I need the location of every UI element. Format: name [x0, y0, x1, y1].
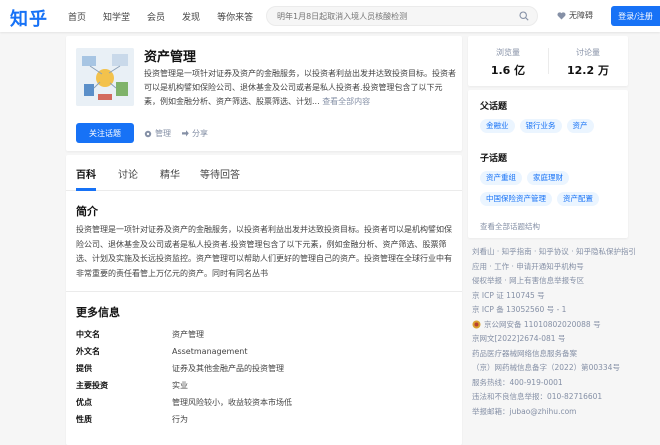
child-tag[interactable]: 家庭理财 — [527, 171, 569, 185]
stat-discussions-label: 讨论量 — [576, 48, 600, 57]
accessibility-label: 无障碍 — [569, 11, 593, 20]
topic-illustration — [76, 48, 134, 106]
parent-tag[interactable]: 金融业 — [480, 119, 515, 133]
stat-views-label: 浏览量 — [496, 48, 520, 57]
info-value: 证券及其他金融产品的投资管理 — [172, 364, 284, 373]
tab-wiki[interactable]: 百科 — [76, 166, 96, 181]
info-row: 主要投资 实业 — [76, 377, 454, 395]
heart-icon — [557, 11, 566, 19]
parent-topics-list: 金融业 银行业务 资产 — [480, 119, 625, 140]
info-value: Assetmanagement — [172, 347, 248, 356]
sidebar-footer: 刘看山 · 知乎指南 · 知乎协议 · 知乎隐私保护指引 应用 · 工作 · 申… — [472, 245, 658, 419]
section-divider — [66, 291, 462, 292]
top-header: 知乎 首页 知学堂 会员 发现 等你来答 无障碍 登录/注册 — [0, 0, 660, 32]
footer-links[interactable]: 应用 · 工作 · 申请开通知乎机构号 — [472, 260, 658, 275]
tab-essence[interactable]: 精华 — [160, 166, 180, 181]
parent-tag[interactable]: 银行业务 — [519, 119, 562, 133]
topic-title: 资产管理 — [144, 50, 197, 65]
search-input[interactable] — [277, 7, 513, 25]
child-topics-label: 子话题 — [480, 154, 508, 164]
info-row: 中文名 资产管理 — [76, 326, 454, 344]
footer-hotline: 服务热线：400-919-0001 — [472, 377, 563, 387]
info-value: 资产管理 — [172, 330, 204, 339]
intro-heading: 简介 — [76, 205, 98, 218]
more-info-heading: 更多信息 — [76, 306, 120, 319]
topic-content-card: 百科 讨论 精华 等待回答 简介 投资管理是一项针对证券及资产的金融服务，以投资… — [66, 155, 462, 445]
manage-button[interactable]: 管理 — [144, 128, 171, 139]
tab-discussion[interactable]: 讨论 — [118, 166, 138, 181]
share-label: 分享 — [192, 129, 208, 138]
footer-icp[interactable]: 京 ICP 备 13052560 号 - 1 — [472, 303, 658, 318]
manage-label: 管理 — [155, 129, 171, 138]
tab-waiting-answers[interactable]: 等待回答 — [200, 166, 240, 181]
gear-icon — [144, 130, 152, 137]
child-tag[interactable]: 中国保险资产管理 — [480, 192, 552, 206]
info-row: 外文名 Assetmanagement — [76, 343, 454, 361]
related-topics-card: 父话题 金融业 银行业务 资产 子话题 资产重组 家庭理财 中国保险资产管理 资… — [468, 90, 628, 238]
topic-header-card: 资产管理 投资管理是一项针对证券及资产的金融服务，以投资者利益出发并达致投资目标… — [66, 36, 462, 151]
stat-discussions: 讨论量 12.2 万 — [548, 36, 628, 86]
view-topic-structure-link[interactable]: 查看全部话题结构 — [480, 221, 540, 232]
stat-views-value: 1.6 亿 — [490, 64, 526, 77]
footer-license[interactable]: （京）网药械信息备字（2022）第00334号 — [472, 361, 658, 376]
info-key: 外文名 — [76, 347, 100, 356]
footer-police[interactable]: 京公网安备 11010802020088 号 — [472, 318, 658, 333]
footer-links[interactable]: 刘看山 · 知乎指南 · 知乎协议 · 知乎隐私保护指引 — [472, 245, 658, 260]
info-row: 优点 管理风险较小，收益较资本市场低 — [76, 394, 454, 412]
share-icon — [182, 129, 189, 137]
search-box — [266, 6, 538, 26]
main-nav: 首页 知学堂 会员 发现 等你来答 — [68, 0, 270, 32]
footer-police-text: 京公网安备 11010802020088 号 — [484, 319, 601, 329]
zhihu-logo[interactable]: 知乎 — [10, 5, 48, 31]
stats-card: 浏览量 1.6 亿 讨论量 12.2 万 — [468, 36, 628, 86]
info-value: 实业 — [172, 381, 188, 390]
view-all-content-link[interactable]: 查看全部内容 — [322, 97, 370, 106]
stat-discussions-value: 12.2 万 — [567, 64, 609, 77]
nav-waiting-answers[interactable]: 等你来答 — [217, 10, 253, 23]
footer-license[interactable]: 药品医疗器械网络信息服务备案 — [472, 347, 658, 362]
parent-topics-label: 父话题 — [480, 102, 508, 112]
police-badge-icon — [472, 320, 481, 329]
nav-vip[interactable]: 会员 — [147, 10, 165, 23]
child-topics-list: 资产重组 家庭理财 中国保险资产管理 资产配置 — [480, 171, 625, 213]
info-key: 性质 — [76, 415, 92, 424]
info-key: 主要投资 — [76, 381, 108, 390]
topic-description-text: 投资管理是一项针对证券及资产的金融服务，以投资者利益出发并达致投资目标。投资者可… — [144, 69, 456, 106]
topic-tabs: 百科 讨论 精华 等待回答 — [66, 155, 462, 191]
footer-links[interactable]: 侵权举报 · 网上有害信息举报专区 — [472, 274, 658, 289]
accessibility-toggle[interactable]: 无障碍 — [557, 10, 593, 21]
info-key: 提供 — [76, 364, 92, 373]
info-row: 性质 行为 — [76, 411, 454, 429]
footer-report-phone: 违法和不良信息举报：010-82716601 — [472, 392, 603, 401]
info-value: 管理风险较小，收益较资本市场低 — [172, 398, 292, 407]
footer-report-email: 举报邮箱：jubao@zhihu.com — [472, 406, 577, 416]
active-tab-indicator — [76, 188, 96, 191]
info-key: 中文名 — [76, 330, 100, 339]
share-button[interactable]: 分享 — [181, 128, 208, 139]
login-register-button[interactable]: 登录/注册 — [611, 6, 660, 26]
footer-icp[interactable]: 京 ICP 证 110745 号 — [472, 289, 658, 304]
info-key: 优点 — [76, 398, 92, 407]
info-row: 提供 证券及其他金融产品的投资管理 — [76, 360, 454, 378]
nav-zhixuetang[interactable]: 知学堂 — [103, 10, 130, 23]
stat-views: 浏览量 1.6 亿 — [468, 36, 548, 86]
intro-text: 投资管理是一项针对证券及资产的金融服务，以投资者利益出发并达致投资目标。投资者可… — [76, 225, 452, 278]
topic-image — [76, 48, 134, 106]
footer-license[interactable]: 京网文[2022]2674-081 号 — [472, 332, 658, 347]
parent-tag[interactable]: 资产 — [566, 119, 594, 133]
info-value: 行为 — [172, 415, 188, 424]
follow-topic-button[interactable]: 关注话题 — [76, 123, 134, 143]
nav-discover[interactable]: 发现 — [182, 10, 200, 23]
topic-description: 投资管理是一项针对证券及资产的金融服务，以投资者利益出发并达致投资目标。投资者可… — [144, 67, 456, 109]
child-tag[interactable]: 资产配置 — [557, 192, 599, 206]
search-icon[interactable] — [519, 11, 529, 21]
nav-home[interactable]: 首页 — [68, 10, 86, 23]
child-tag[interactable]: 资产重组 — [480, 171, 522, 185]
